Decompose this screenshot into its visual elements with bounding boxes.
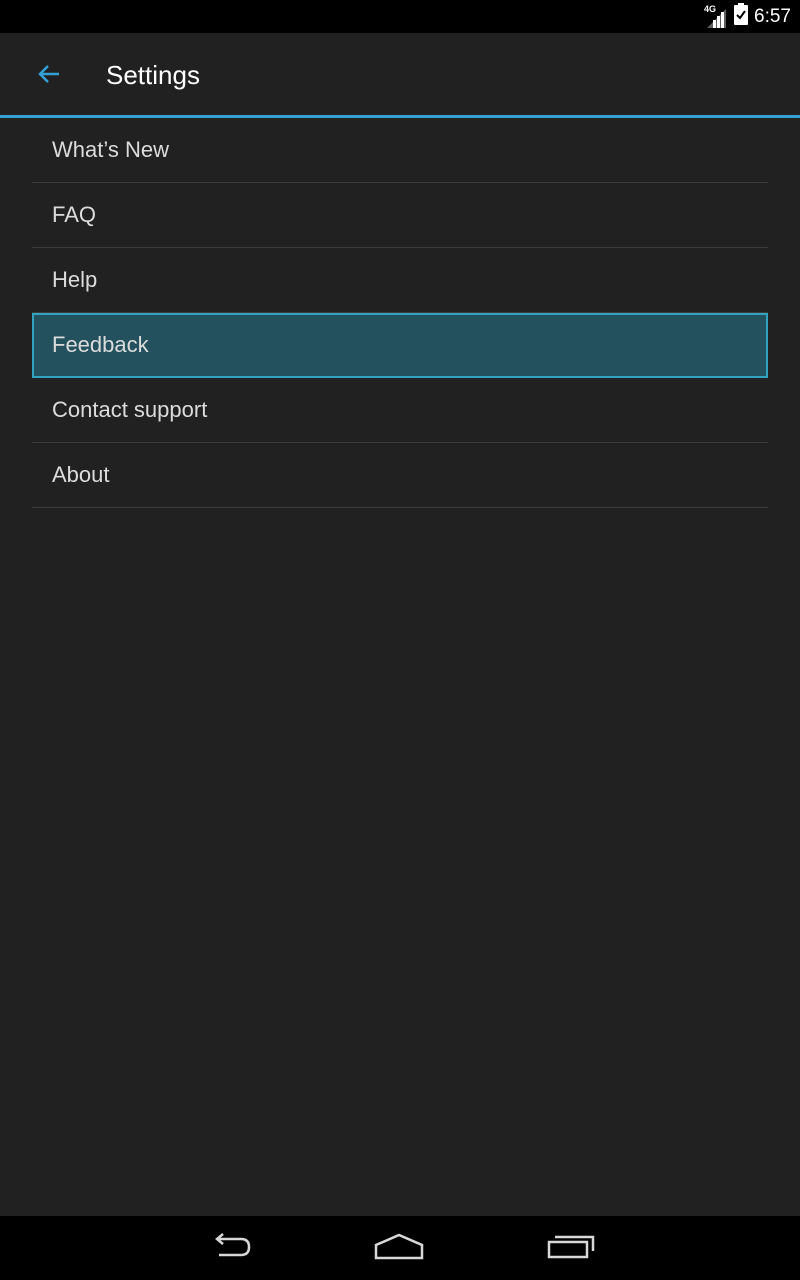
home-icon — [373, 1231, 425, 1266]
list-item-label: Help — [52, 267, 98, 292]
recent-apps-icon — [546, 1231, 596, 1266]
list-item-label: What’s New — [52, 137, 169, 162]
list-item-contact-support[interactable]: Contact support — [32, 378, 768, 443]
nav-home-button[interactable] — [364, 1226, 434, 1270]
clock: 6:57 — [754, 6, 791, 27]
list-item-whats-new[interactable]: What’s New — [32, 118, 768, 183]
nav-back-button[interactable] — [194, 1226, 264, 1270]
back-arrow-icon — [37, 64, 61, 89]
list-item-help[interactable]: Help — [32, 248, 768, 313]
list-item-label: FAQ — [52, 202, 97, 227]
settings-list: What’s New FAQ Help Feedback Contact sup… — [32, 118, 768, 508]
back-button[interactable] — [22, 54, 76, 98]
list-item-faq[interactable]: FAQ — [32, 183, 768, 248]
battery-icon — [734, 3, 749, 30]
list-item-label: Contact support — [52, 397, 208, 422]
settings-screen: 4G 6:57 Settings What’s New FAQ Help Fee… — [0, 0, 800, 1280]
status-icons: 4G 6:57 — [704, 0, 791, 33]
status-bar: 4G 6:57 — [0, 0, 800, 33]
list-item-label: Feedback — [52, 332, 149, 357]
action-bar: Settings — [0, 33, 800, 115]
list-item-label: About — [52, 462, 110, 487]
list-item-about[interactable]: About — [32, 443, 768, 508]
back-icon — [205, 1231, 253, 1266]
signal-icon: 4G — [704, 3, 728, 28]
nav-recent-apps-button[interactable] — [536, 1226, 606, 1270]
navigation-bar — [0, 1216, 800, 1280]
network-type-label: 4G — [704, 3, 717, 14]
page-title: Settings — [106, 60, 200, 90]
list-item-feedback[interactable]: Feedback — [32, 313, 768, 378]
